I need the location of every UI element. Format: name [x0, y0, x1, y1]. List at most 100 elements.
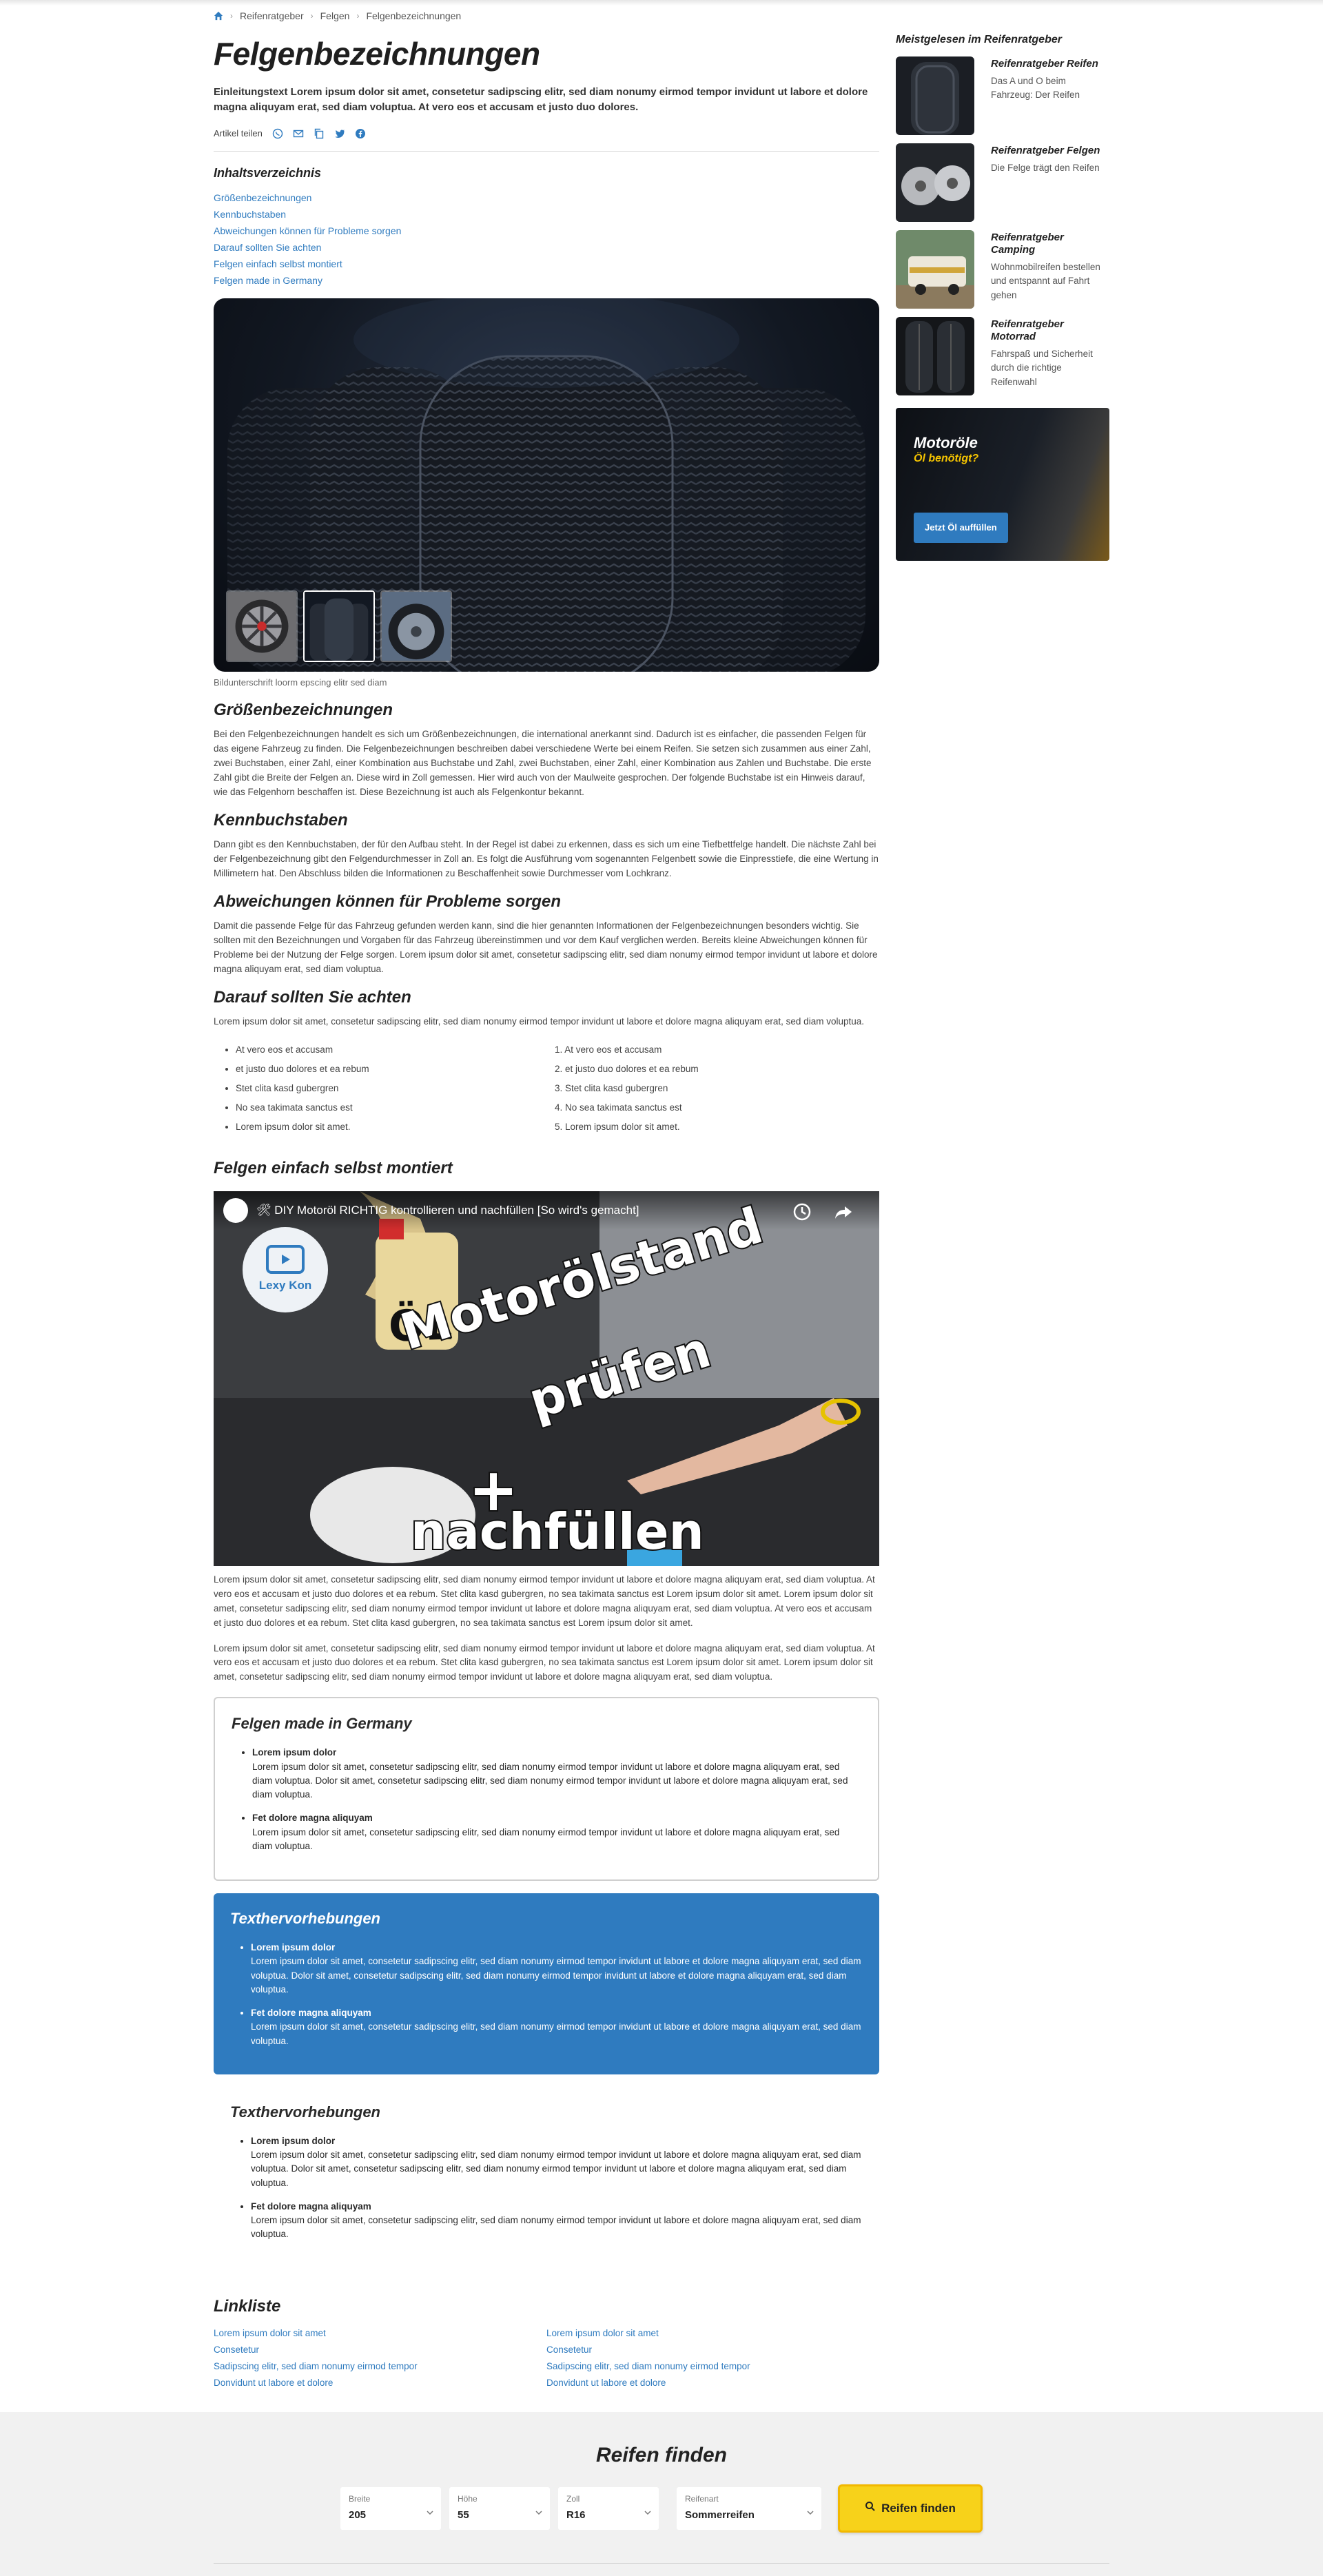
video-player[interactable]: 🛠 DIY Motoröl RICHTIG kontrollieren und …: [214, 1191, 879, 1566]
find-button-label: Reifen finden: [881, 2501, 956, 2515]
twitter-icon[interactable]: [334, 128, 345, 139]
toc-link[interactable]: Größenbezeichnungen: [214, 189, 879, 206]
thumbnail-wheel[interactable]: [380, 590, 452, 663]
find-tires-button[interactable]: Reifen finden: [838, 2484, 983, 2533]
copy-icon[interactable]: [314, 128, 325, 139]
layout: › Reifenratgeber › Felgen › Felgenbezeic…: [214, 6, 1109, 2391]
list-item: Fet dolore magna aliquyam Lorem ipsum dol…: [251, 2200, 863, 2242]
post-title: Reifenratgeber Reifen: [991, 58, 1098, 70]
bullet-list: At vero eos et accusam et justo duo dolo…: [214, 1040, 546, 1137]
link-column: Lorem ipsum dolor sit amet Consetetur Sa…: [214, 2325, 546, 2391]
video-title[interactable]: 🛠 DIY Motoröl RICHTIG kontrollieren und …: [256, 1202, 639, 1219]
link-list: Linkliste Lorem ipsum dolor sit amet Con…: [214, 2296, 879, 2391]
sidebar: Meistgelesen im Reifenratgeber Reifenrat…: [896, 6, 1109, 2391]
box-list: Lorem ipsum dolor Lorem ipsum dolor sit a…: [232, 1746, 861, 1853]
post-body: Reifenratgeber Reifen Das A und O beim F…: [991, 56, 1109, 135]
link[interactable]: Sadipscing elitr, sed diam nonumy eirmod…: [546, 2358, 879, 2375]
field-value: 55: [458, 2508, 469, 2521]
link[interactable]: Donvidunt ut labore et dolore: [546, 2375, 879, 2391]
link[interactable]: Consetetur: [546, 2342, 879, 2358]
promo-banner[interactable]: Motoröle Öl benötigt? Jetzt Öl auffüllen: [896, 408, 1109, 561]
list-item-text: Lorem ipsum dolor sit amet, consetetur s…: [251, 2150, 861, 2188]
share-label: Artikel teilen: [214, 127, 263, 138]
width-select[interactable]: Breite 205: [340, 2486, 441, 2530]
post-image-rims: [896, 143, 974, 222]
chevron-right-icon: ›: [230, 11, 233, 21]
toc-title: Inhaltsverzeichnis: [214, 166, 322, 181]
channel-avatar[interactable]: [223, 1197, 248, 1223]
top-shadow: [0, 0, 1323, 6]
link[interactable]: Sadipscing elitr, sed diam nonumy eirmod…: [214, 2358, 546, 2375]
list-item-text: Lorem ipsum dolor sit amet, consetetur s…: [251, 2215, 861, 2240]
link[interactable]: Lorem ipsum dolor sit amet: [546, 2325, 879, 2342]
chevron-down-icon: [535, 2506, 543, 2515]
chevron-right-icon: ›: [356, 11, 360, 21]
toc-link[interactable]: Felgen made in Germany: [214, 272, 879, 289]
field-label: Zoll: [566, 2493, 580, 2504]
toc-link[interactable]: Felgen einfach selbst montiert: [214, 256, 879, 272]
list-item: Fet dolore magna aliquyam Lorem ipsum dol…: [252, 1811, 861, 1853]
list-item: Lorem ipsum dolor sit amet.: [236, 1117, 546, 1137]
list-item-heading: Fet dolore magna aliquyam: [251, 2008, 371, 2019]
section-text: Damit die passende Felge für das Fahrzeu…: [214, 920, 878, 974]
whatsapp-icon[interactable]: [272, 128, 283, 139]
list-item: Lorem ipsum dolor Lorem ipsum dolor sit a…: [251, 1941, 863, 1997]
list-item-heading: Lorem ipsum dolor: [251, 2135, 336, 2146]
field-label: Reifenart: [685, 2493, 719, 2504]
post-title: Reifenratgeber Motorrad: [991, 318, 1064, 342]
post-title: Reifenratgeber Felgen: [991, 145, 1100, 156]
share-icon[interactable]: [832, 1201, 854, 1223]
post-text: Das A und O beim Fahrzeug: Der Reifen: [991, 76, 1080, 101]
field-value: 205: [349, 2508, 367, 2521]
share-bar: Artikel teilen: [214, 127, 879, 152]
tire-type-select[interactable]: Reifenart Sommerreifen: [677, 2486, 821, 2530]
box-title: Felgen made in Germany: [232, 1715, 412, 1733]
post-title: Reifenratgeber Camping: [991, 231, 1064, 256]
sidebar-post[interactable]: Reifenratgeber Camping Wohnmobilreifen b…: [896, 230, 1109, 309]
box-title: Texthervorhebungen: [230, 2103, 380, 2121]
toc-link[interactable]: Darauf sollten Sie achten: [214, 239, 879, 256]
home-icon[interactable]: [214, 11, 223, 21]
link-columns: Lorem ipsum dolor sit amet Consetetur Sa…: [214, 2325, 879, 2391]
image-gallery[interactable]: [214, 298, 879, 672]
field-value: R16: [566, 2508, 586, 2521]
video-top-bar: 🛠 DIY Motoröl RICHTIG kontrollieren und …: [214, 1191, 879, 1230]
section-title: Linkliste: [214, 2296, 281, 2316]
link[interactable]: Donvidunt ut labore et dolore: [214, 2375, 546, 2391]
highlight-box-outline: Felgen made in Germany Lorem ipsum dolor…: [214, 1697, 879, 1882]
height-select[interactable]: Höhe 55: [449, 2486, 550, 2530]
field-label: Breite: [349, 2493, 371, 2504]
list-item: 1. At vero eos et accusam: [555, 1044, 662, 1055]
thumbnail-tires[interactable]: [303, 590, 375, 663]
body-text: Lorem ipsum dolor sit amet, consetetur s…: [214, 1642, 875, 1682]
breadcrumb-current: Felgenbezeichnungen: [366, 10, 462, 21]
image-caption: Bildunterschrift loorm epscing elitr sed…: [214, 677, 387, 688]
breadcrumb-item[interactable]: Reifenratgeber: [240, 9, 304, 23]
list-item: 3. Stet clita kasd gubergren: [555, 1082, 668, 1093]
facebook-icon[interactable]: [355, 128, 366, 139]
breadcrumb: › Reifenratgeber › Felgen › Felgenbezeic…: [214, 6, 879, 23]
sidebar-post[interactable]: Reifenratgeber Motorrad Fahrspaß und Sic…: [896, 317, 1109, 395]
list-item: Lorem ipsum dolor Lorem ipsum dolor sit a…: [251, 2134, 863, 2190]
promo-button[interactable]: Jetzt Öl auffüllen: [914, 513, 1008, 543]
thumbnail-rim[interactable]: [226, 590, 298, 663]
page-title: Felgenbezeichnungen: [214, 36, 540, 72]
post-image-camper: [896, 230, 974, 309]
channel-logo: Lexy Kon: [243, 1226, 328, 1312]
list-item-text: Lorem ipsum dolor sit amet, consetetur s…: [252, 1761, 848, 1800]
finder-title: Reifen finden: [595, 2443, 727, 2466]
link[interactable]: Lorem ipsum dolor sit amet: [214, 2325, 546, 2342]
watch-later-icon[interactable]: [791, 1201, 813, 1223]
breadcrumb-item[interactable]: Felgen: [320, 9, 350, 23]
diameter-select[interactable]: Zoll R16: [558, 2486, 659, 2530]
link[interactable]: Consetetur: [214, 2342, 546, 2358]
sidebar-post[interactable]: Reifenratgeber Reifen Das A und O beim F…: [896, 56, 1109, 135]
toc-link[interactable]: Kennbuchstaben: [214, 206, 879, 223]
toc-link[interactable]: Abweichungen können für Probleme sorgen: [214, 223, 879, 239]
mail-icon[interactable]: [293, 128, 304, 139]
sidebar-post[interactable]: Reifenratgeber Felgen Die Felge trägt de…: [896, 143, 1109, 222]
highlight-box-blue: Texthervorhebungen Lorem ipsum dolorLore…: [214, 1893, 879, 2074]
promo-subtitle: Öl benötigt?: [914, 453, 979, 464]
list-item: et justo duo dolores et ea rebum: [236, 1060, 546, 1079]
tire-finder: Reifen finden Breite 205 Höhe 55 Zoll R1…: [0, 2411, 1323, 2576]
